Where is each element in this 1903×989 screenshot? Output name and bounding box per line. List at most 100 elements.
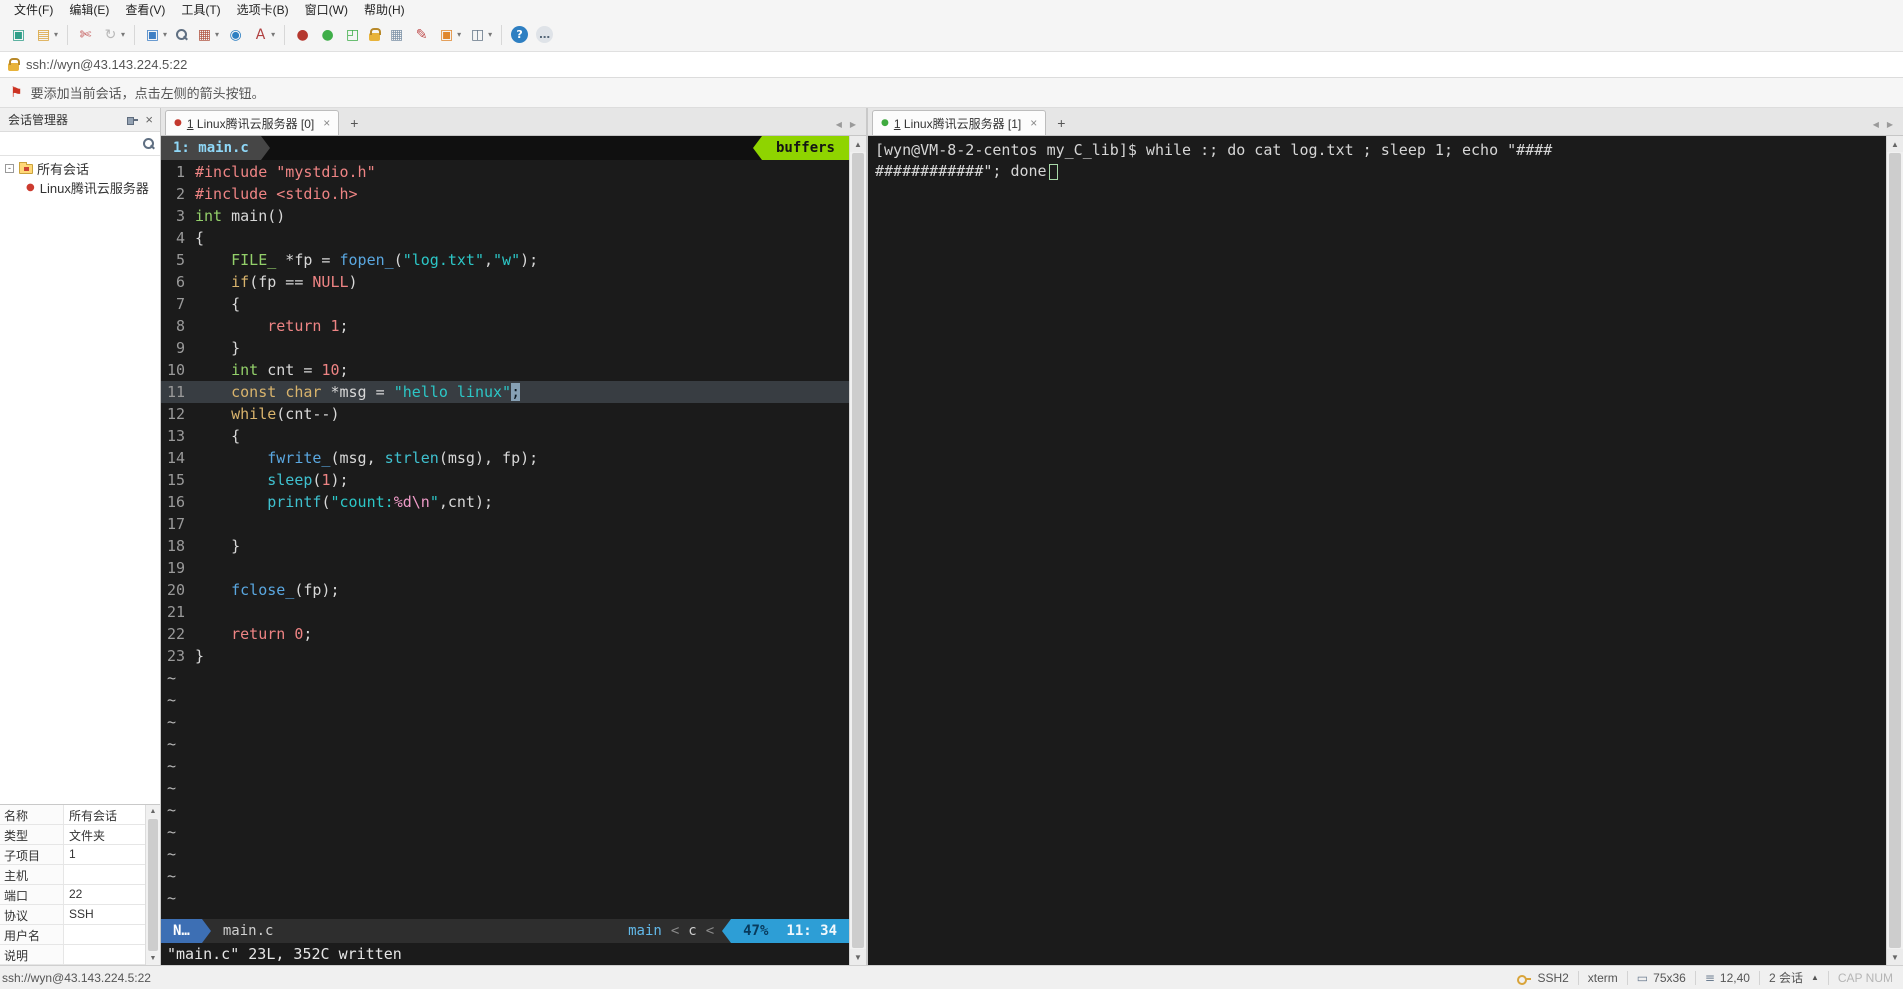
tab-index: 1: [893, 116, 901, 131]
property-label: 子项目: [0, 845, 64, 864]
menu-window[interactable]: 窗口(W): [297, 0, 356, 19]
scroll-tabs-right-icon[interactable]: ▶: [850, 120, 856, 129]
pin-icon[interactable]: [125, 114, 139, 126]
search-icon[interactable]: [142, 137, 155, 150]
scroll-up-icon[interactable]: ▲: [146, 805, 160, 818]
addressbar: ssh://wyn@43.143.224.5:22: [0, 52, 1903, 78]
tab-close-icon[interactable]: ×: [1030, 116, 1037, 130]
scroll-tabs-left-icon[interactable]: ◀: [836, 120, 842, 129]
dropdown-arrow-icon[interactable]: ▾: [215, 30, 219, 39]
property-row[interactable]: 类型 文件夹: [0, 825, 145, 845]
scrollbar-thumb[interactable]: [148, 819, 158, 951]
session-properties-table: 名称 所有会话 类型 文件夹 子项目 1 主机 端口 22 协议 SSH 用户名 说明: [0, 805, 145, 965]
dropdown-arrow-icon[interactable]: ▾: [54, 30, 58, 39]
fullscreen-button[interactable]: ◰: [340, 22, 365, 48]
dropdown-arrow-icon[interactable]: ▾: [163, 30, 167, 39]
feedback-button[interactable]: …: [532, 22, 557, 48]
file-transfer-button[interactable]: ▣ ▾: [140, 22, 171, 48]
tab-index: 1: [186, 116, 194, 131]
property-label: 端口: [0, 885, 64, 904]
capture-button[interactable]: ●: [315, 22, 340, 48]
tree-item-session[interactable]: ● Linux腾讯云服务器: [0, 178, 160, 197]
scroll-up-icon[interactable]: ▲: [850, 136, 866, 152]
compose-button[interactable]: ✎: [409, 22, 434, 48]
line-number: 7: [175, 295, 185, 313]
menu-file[interactable]: 文件(F): [6, 0, 61, 19]
find-button[interactable]: [171, 22, 192, 48]
tab-session-1[interactable]: ● 1 Linux腾讯云服务器 [1] ×: [872, 110, 1047, 135]
code-line: 19: [161, 557, 849, 579]
virtual-keypad-button[interactable]: ▦: [384, 22, 409, 48]
separator-triangle: [752, 136, 762, 160]
property-label: 说明: [0, 945, 64, 964]
menu-edit[interactable]: 编辑(E): [61, 0, 117, 19]
close-panel-icon[interactable]: ×: [142, 112, 156, 127]
vim-buffer-tab[interactable]: 1: main.c: [161, 136, 261, 160]
menu-tab[interactable]: 选项卡(B): [229, 0, 297, 19]
property-row[interactable]: 子项目 1: [0, 845, 145, 865]
scroll-down-icon[interactable]: ▼: [1887, 949, 1903, 965]
property-row[interactable]: 名称 所有会话: [0, 805, 145, 825]
property-row[interactable]: 用户名: [0, 925, 145, 945]
line-number: 5: [175, 251, 185, 269]
scroll-tabs-right-icon[interactable]: ▶: [1887, 120, 1893, 129]
scroll-down-icon[interactable]: ▼: [146, 952, 160, 965]
font-color-button[interactable]: A ▾: [248, 22, 279, 48]
scrollbar-thumb[interactable]: [852, 153, 864, 948]
line-number: 11: [166, 383, 185, 401]
vim-code[interactable]: 1 #include "mystdio.h" 2 #include <stdio.h>…: [161, 160, 849, 919]
disconnect-button[interactable]: ✄: [73, 22, 98, 48]
tile-windows-button[interactable]: ◫ ▾: [465, 22, 496, 48]
scrollbar-thumb[interactable]: [1889, 153, 1901, 948]
find-icon: [175, 28, 188, 41]
tab-close-icon[interactable]: ×: [323, 116, 330, 130]
sessions-dropdown-icon[interactable]: ▲: [1811, 973, 1819, 982]
code-line: 1 #include "mystdio.h": [161, 161, 849, 183]
new-tab-button[interactable]: +: [1051, 113, 1071, 133]
property-row[interactable]: 说明: [0, 945, 145, 965]
vim-statusline: N… main.c main < c < 47% 11: 34: [161, 919, 849, 943]
dropdown-arrow-icon[interactable]: ▾: [488, 30, 492, 39]
line-number: 19: [166, 559, 185, 577]
tab-session-0[interactable]: ● 1 Linux腾讯云服务器 [0] ×: [165, 110, 340, 135]
menu-tools[interactable]: 工具(T): [173, 0, 228, 19]
tree-expander-icon[interactable]: -: [5, 164, 14, 173]
scroll-tabs-left-icon[interactable]: ◀: [1873, 120, 1879, 129]
vim-terminal[interactable]: 1: main.c buffers 1 #include "mystdio.h" 2…: [161, 136, 849, 965]
property-label: 用户名: [0, 925, 64, 944]
properties-button[interactable]: ▦ ▾: [192, 22, 223, 48]
open-session-folder-button[interactable]: ▤ ▾: [31, 22, 62, 48]
menu-help[interactable]: 帮助(H): [356, 0, 413, 19]
left-terminal-scrollbar[interactable]: ▲ ▼: [849, 136, 866, 965]
code-line: 20 fclose_(fp);: [161, 579, 849, 601]
property-row[interactable]: 主机: [0, 865, 145, 885]
new-tab-button[interactable]: +: [344, 113, 364, 133]
menu-view[interactable]: 查看(V): [117, 0, 173, 19]
code-line: 2 #include <stdio.h>: [161, 183, 849, 205]
vim-tabline: 1: main.c buffers: [161, 136, 849, 160]
property-row[interactable]: 端口 22: [0, 885, 145, 905]
record-button[interactable]: ●: [290, 22, 315, 48]
tree-item-all-sessions[interactable]: - 所有会话: [0, 159, 160, 178]
new-file-button[interactable]: ▣ ▾: [434, 22, 465, 48]
tree-item-label: 所有会话: [37, 162, 90, 177]
address-url[interactable]: ssh://wyn@43.143.224.5:22: [26, 57, 187, 72]
code-line: 3 int main(): [161, 205, 849, 227]
help-button[interactable]: ?: [507, 22, 532, 48]
new-session-button[interactable]: ▣: [6, 22, 31, 48]
reconnect-button[interactable]: ↻ ▾: [98, 22, 129, 48]
dropdown-arrow-icon[interactable]: ▾: [457, 30, 461, 39]
right-terminal-scrollbar[interactable]: ▲ ▼: [1886, 136, 1903, 965]
session-search-input[interactable]: [5, 136, 142, 151]
properties-scrollbar[interactable]: ▲ ▼: [145, 805, 160, 965]
vim-cursor: ;: [511, 383, 521, 401]
web-browser-button[interactable]: ◉: [223, 22, 248, 48]
scroll-down-icon[interactable]: ▼: [850, 949, 866, 965]
scroll-up-icon[interactable]: ▲: [1887, 136, 1903, 152]
lock-screen-button[interactable]: [365, 22, 384, 48]
property-row[interactable]: 协议 SSH: [0, 905, 145, 925]
dropdown-arrow-icon[interactable]: ▾: [271, 30, 275, 39]
shell-terminal[interactable]: [wyn@VM-8-2-centos my_C_lib]$ while :; d…: [868, 136, 1886, 965]
dropdown-arrow-icon[interactable]: ▾: [121, 30, 125, 39]
session-count[interactable]: 2 会话 ▲: [1769, 969, 1819, 986]
